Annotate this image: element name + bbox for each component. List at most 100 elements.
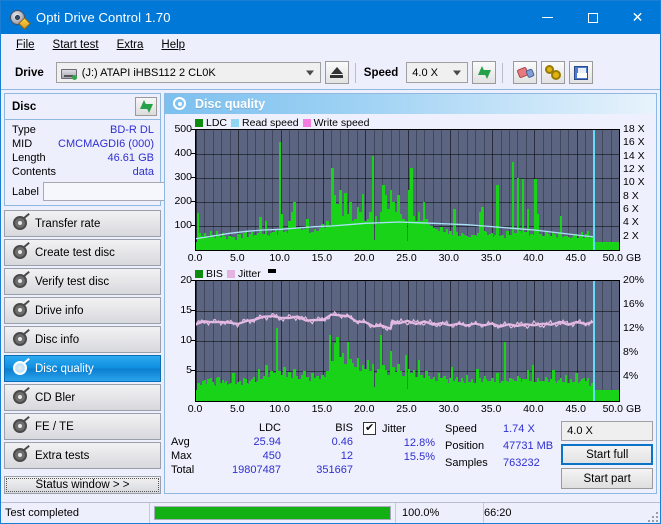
close-button[interactable]: ✕ (615, 1, 660, 34)
main-body: Disc Type BD-R DL MID CMCMAGDI6 (000) Le… (1, 90, 660, 494)
refresh-button[interactable] (472, 61, 497, 84)
y2-axis-tick-label: 12% (623, 322, 645, 334)
sidebar-item-verify-test-disc[interactable]: Verify test disc (4, 268, 161, 295)
sidebar-item-drive-info[interactable]: Drive info (4, 297, 161, 324)
disc-icon (13, 270, 30, 289)
status-message: Test completed (5, 507, 79, 519)
menu-help[interactable]: Help (152, 37, 194, 53)
eject-button[interactable] (324, 61, 349, 84)
jitter-stats-table: Jitter 12.8% 15.5% (363, 421, 441, 466)
disc-row-length: Length 46.61 GB (12, 151, 154, 165)
x-axis-tick-label: 25.0 (396, 403, 417, 415)
green-refresh-arrows-icon (477, 65, 492, 80)
start-full-label: Start full (586, 448, 629, 461)
resize-grip[interactable] (646, 503, 660, 524)
maximize-button[interactable] (570, 1, 615, 34)
samples-value: 763232 (503, 457, 540, 469)
samples-label: Samples (445, 457, 488, 469)
row-label-max: Max (171, 450, 192, 462)
disc-length-value: 46.61 GB (107, 152, 154, 164)
bis-total: 351667 (316, 464, 353, 476)
sidebar-item-disc-info[interactable]: Disc info (4, 326, 161, 353)
sidebar: Disc Type BD-R DL MID CMCMAGDI6 (000) Le… (4, 93, 214, 494)
legend-read-speed: Read speed (231, 117, 299, 129)
position-label: Position (445, 440, 485, 452)
chart2-plot[interactable] (195, 280, 620, 402)
y2-axis-tick-label: 14 X (623, 149, 645, 162)
menu-extra[interactable]: Extra (108, 37, 153, 53)
legend-label: LDC (206, 116, 228, 129)
window-title: Opti Drive Control 1.70 (36, 10, 171, 25)
table-row: Total 19807487 351667 (171, 463, 361, 477)
sidebar-item-extra-tests[interactable]: Extra tests (4, 442, 161, 469)
tick-mark (191, 370, 195, 371)
panel-header: Disc quality (165, 94, 656, 114)
tick-mark (191, 201, 195, 202)
table-header-row: LDC BIS (171, 421, 361, 435)
save-button[interactable] (569, 61, 594, 84)
legend-label: Jitter (237, 267, 261, 280)
y2-axis-tick-label: 8% (623, 346, 639, 358)
start-part-button[interactable]: Start part (561, 468, 654, 489)
panel-title: Disc quality (195, 97, 266, 111)
ldc-total: 19807487 (232, 464, 281, 476)
table-row: 12.8% (363, 436, 441, 450)
chart1-plot[interactable] (195, 129, 620, 251)
settings-button[interactable] (541, 61, 566, 84)
disc-refresh-button[interactable] (135, 97, 157, 116)
disc-icon (13, 299, 30, 318)
drive-label: Drive (15, 66, 44, 79)
empty-corner (171, 421, 217, 435)
minimize-button[interactable] (525, 1, 570, 34)
drive-select[interactable]: (J:) ATAPI iHBS112 2 CL0K (55, 62, 321, 83)
disc-length-key: Length (12, 152, 46, 164)
test-speed-select[interactable]: 4.0 X (561, 421, 654, 441)
disc-mid-key: MID (12, 138, 33, 150)
y2-axis-tick-label: 18 X (623, 123, 645, 135)
speed-select[interactable]: 4.0 X (406, 62, 469, 83)
chart1-plot-area: 100 200 300 400 500 2 X4 X6 X8 X 10 X 12 X 14 X1… (174, 123, 645, 251)
eject-icon (330, 67, 344, 78)
menu-file[interactable]: File (7, 37, 44, 53)
disc-contents-value: data (132, 166, 154, 178)
sidebar-item-create-test-disc[interactable]: Create test disc (4, 239, 161, 266)
y2-axis-tick-label: 8 X (623, 189, 639, 202)
cursor-line (592, 281, 595, 401)
speed-position-block: Speed 1.74 X Position 47731 MB Samples 7… (445, 421, 553, 472)
y2-axis-tick-label: 4% (623, 370, 639, 382)
disc-info-panel: Disc Type BD-R DL MID CMCMAGDI6 (000) Le… (4, 93, 214, 206)
sidebar-item-label: Create test disc (35, 246, 115, 259)
tick-mark (191, 153, 195, 154)
disc-icon (13, 241, 30, 260)
erase-button[interactable] (513, 61, 538, 84)
disc-mid-value: CMCMAGDI6 (000) (58, 138, 154, 150)
y2-axis-tick-label: 16 X (623, 136, 645, 149)
menu-bar: File Start test Extra Help (1, 34, 660, 56)
col-header-ldc: LDC (258, 422, 281, 434)
sidebar-item-fe-te[interactable]: FE / TE (4, 413, 161, 440)
chart1-x-axis-labels: 0.0 5.0 10.0 15.0 20.0 25.0 30.0 35.0 40.0 45.0 50… (188, 251, 641, 265)
disc-row-type: Type BD-R DL (12, 123, 154, 137)
jitter-checkbox[interactable] (363, 421, 376, 435)
speed-label: Speed (445, 423, 477, 435)
disc-quality-icon (173, 97, 187, 111)
chart1-legend: LDC Read speed Write speed (195, 116, 620, 129)
sidebar-item-cd-bler[interactable]: CD Bler (4, 384, 161, 411)
sidebar-item-disc-quality[interactable]: Disc quality (4, 355, 161, 382)
bis-jitter-chart: BIS Jitter 5 10 15 20 4% 8% 12% 16% 20% 0.0 5.0 10… (165, 265, 656, 416)
sidebar-item-transfer-rate[interactable]: Transfer rate (4, 210, 161, 237)
y-axis-tick-label: 300 (174, 171, 192, 183)
sidebar-item-label: Drive info (35, 304, 84, 317)
speed-value: 1.74 X (503, 423, 535, 435)
start-full-button[interactable]: Start full (561, 444, 654, 465)
status-window-button[interactable]: Status window > > (4, 476, 161, 494)
disc-icon (13, 444, 30, 463)
close-icon: ✕ (631, 9, 644, 26)
speed-select-value: 4.0 X (412, 66, 438, 79)
sidebar-item-label: Verify test disc (35, 275, 110, 288)
disc-icon (13, 212, 30, 231)
menu-start-test[interactable]: Start test (44, 37, 108, 53)
legend-swatch (195, 118, 203, 127)
legend-write-speed: Write speed (302, 117, 370, 129)
row-label-avg: Avg (171, 436, 190, 448)
